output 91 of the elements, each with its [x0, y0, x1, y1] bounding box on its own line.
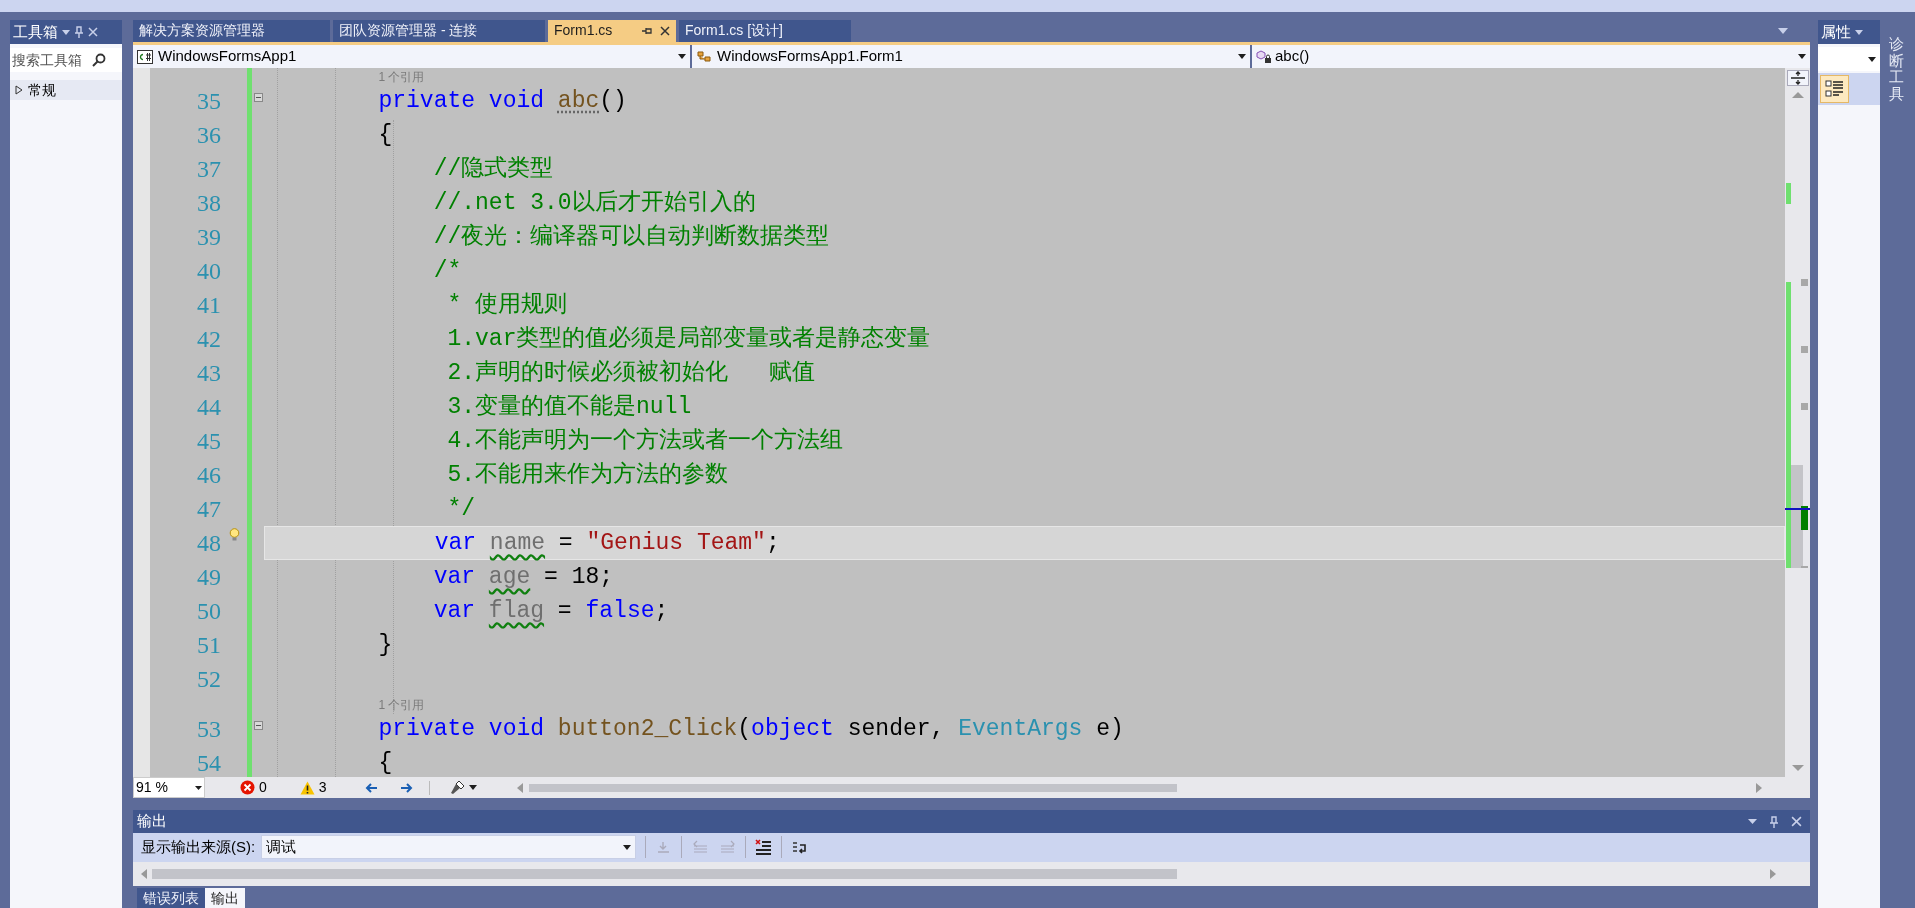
forward-arrow-icon[interactable]	[399, 782, 413, 793]
code-line: /*	[432, 257, 462, 287]
code-line: //夜光：编译器可以自动判断数据类型	[432, 222, 830, 253]
dropdown-caret-icon[interactable]	[678, 54, 686, 60]
search-icon[interactable]	[92, 53, 106, 67]
line-number: 40	[197, 257, 221, 287]
code-line: 1.var类型的值必须是局部变量或者是静态变量	[446, 324, 931, 355]
dropdown-caret-icon[interactable]	[468, 785, 477, 791]
panel-title: 工具箱	[13, 21, 58, 42]
line-number: 35	[197, 87, 221, 117]
vertical-scrollbar[interactable]	[1785, 68, 1810, 778]
code-line: private void button2_Click(object sender, EventArgs e)	[377, 715, 1124, 745]
back-arrow-icon[interactable]	[364, 782, 378, 793]
member-dropdown[interactable]: abc()	[1252, 44, 1810, 69]
warning-icon[interactable]	[299, 780, 315, 795]
code-line: private void abc()	[377, 87, 627, 117]
method-icon	[1256, 49, 1272, 64]
line-number: 38	[197, 189, 221, 219]
pin-icon[interactable]	[74, 26, 84, 38]
dropdown-caret-icon[interactable]	[1868, 56, 1876, 62]
split-window-icon[interactable]	[1786, 70, 1809, 87]
code-line: var name = "Genius Team";	[433, 529, 780, 559]
code-line: 5.不能用来作为方法的参数	[446, 460, 729, 491]
line-number: 54	[197, 749, 221, 778]
code-line: {	[377, 749, 393, 778]
line-number: 47	[197, 495, 221, 525]
class-icon	[696, 49, 712, 64]
pin-icon[interactable]	[1769, 815, 1779, 828]
line-number: 41	[197, 291, 221, 321]
categorized-button[interactable]	[1820, 75, 1849, 103]
categorized-list-icon	[1824, 80, 1845, 98]
line-number: 46	[197, 461, 221, 491]
dropdown-caret-icon[interactable]	[1798, 54, 1806, 60]
collapse-icon[interactable]	[253, 721, 263, 731]
code-line: //.net 3.0以后才开始引入的	[432, 189, 756, 219]
code-line: {	[377, 121, 393, 151]
pin-icon[interactable]	[641, 25, 652, 36]
line-number: 52	[197, 665, 221, 695]
zoom-dropdown[interactable]: 91 %	[133, 777, 205, 799]
collapsed-arrow-icon[interactable]	[15, 85, 23, 95]
line-number: 43	[197, 359, 221, 389]
code-line: 2.声明的时候必须被初始化 赋值	[446, 358, 816, 389]
code-line: }	[377, 631, 393, 661]
toolbox-group[interactable]: 常规	[10, 80, 122, 100]
line-number: 45	[197, 427, 221, 457]
error-icon[interactable]	[240, 780, 255, 796]
source-label: 显示输出来源(S):	[141, 837, 256, 858]
source-dropdown[interactable]: 调试	[261, 835, 637, 860]
code-line: var age = 18;	[432, 563, 614, 593]
line-number: 48	[197, 529, 221, 559]
code-line: //隐式类型	[432, 155, 554, 185]
line-number: 39	[197, 223, 221, 253]
line-number: 37	[197, 155, 221, 185]
line-number: 42	[197, 325, 221, 355]
tab-list-caret-icon[interactable]	[1778, 27, 1788, 34]
panel-title: 输出	[137, 811, 168, 832]
dropdown-caret-icon[interactable]	[1238, 54, 1246, 60]
side-tab[interactable]: 诊断工具	[1888, 36, 1904, 102]
warning-count[interactable]: 3	[318, 777, 327, 799]
dropdown-caret-icon[interactable]	[623, 845, 632, 850]
clear-all-icon[interactable]	[755, 839, 773, 856]
document-tab[interactable]: Form1.cs	[548, 20, 676, 42]
code-line: 4.不能声明为一个方法或者一个方法组	[446, 426, 844, 457]
line-number: 36	[197, 121, 221, 151]
code-line: 3.变量的值不能是null	[446, 392, 692, 423]
line-number: 49	[197, 563, 221, 593]
project-dropdown[interactable]: WindowsFormsApp1	[133, 44, 690, 69]
close-icon[interactable]	[660, 25, 670, 36]
dropdown-caret-icon[interactable]	[195, 785, 202, 790]
type-dropdown[interactable]: WindowsFormsApp1.Form1	[692, 44, 1250, 69]
brush-icon[interactable]	[449, 780, 466, 796]
code-line: var flag = false;	[432, 597, 669, 627]
panel-tab[interactable]: 错误列表	[137, 887, 205, 908]
document-tab[interactable]: 团队资源管理器 - 连接	[333, 20, 545, 42]
lightbulb-icon[interactable]	[229, 528, 240, 543]
dropdown-value: WindowsFormsApp1	[158, 46, 298, 67]
line-number: 44	[197, 393, 221, 423]
document-tab[interactable]: Form1.cs [设计]	[679, 20, 851, 42]
search-field[interactable]: 搜索工具箱	[10, 48, 122, 72]
collapse-icon[interactable]	[253, 93, 263, 103]
panel-title: 属性	[1821, 21, 1851, 42]
line-number: 53	[197, 715, 221, 745]
code-line: * 使用规则	[446, 291, 568, 321]
csharp-project-icon	[137, 49, 153, 64]
line-number: 51	[197, 631, 221, 661]
line-number: 50	[197, 597, 221, 627]
panel-tab[interactable]: 输出	[205, 887, 245, 908]
code-line: */	[446, 495, 476, 525]
word-wrap-icon[interactable]	[791, 840, 809, 855]
error-count[interactable]: 0	[259, 777, 267, 799]
document-tab[interactable]: 解决方案资源管理器	[133, 20, 330, 42]
